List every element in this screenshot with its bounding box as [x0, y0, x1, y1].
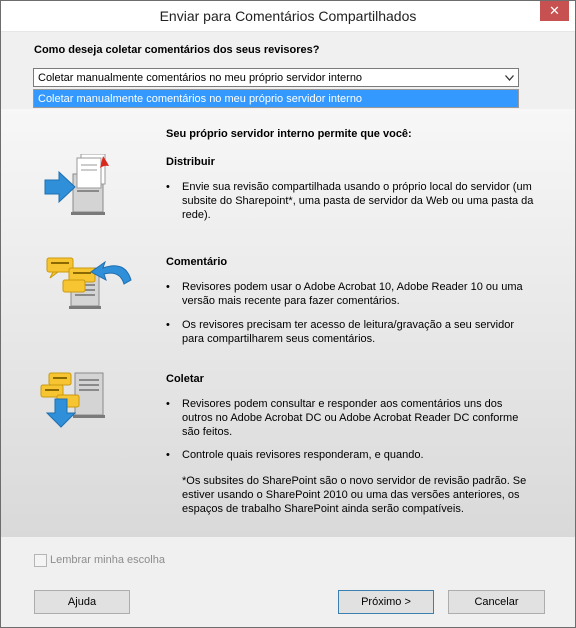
window-title: Enviar para Comentários Compartilhados — [159, 8, 417, 24]
distribute-heading: Distribuir — [166, 156, 215, 168]
collect-heading: Coletar — [166, 373, 204, 385]
collect-server-icon — [39, 367, 111, 432]
distribute-bullet: • Envie sua revisão compartilhada usando… — [166, 180, 536, 222]
next-button[interactable]: Próximo > — [338, 590, 434, 614]
remember-label: Lembrar minha escolha — [50, 554, 165, 566]
bullet-text: Controle quais revisores responderam, e … — [182, 449, 424, 461]
close-button[interactable]: ✕ — [540, 1, 569, 21]
help-button[interactable]: Ajuda — [34, 590, 130, 614]
bullet-marker: • — [166, 449, 170, 461]
title-bar[interactable]: Enviar para Comentários Compartilhados ✕ — [1, 1, 575, 32]
collect-bullet: • Controle quais revisores responderam, … — [166, 448, 536, 462]
sharepoint-footnote: *Os subsites do SharePoint são o novo se… — [182, 475, 527, 515]
bullet-text: Envie sua revisão compartilhada usando o… — [182, 181, 534, 221]
comment-heading: Comentário — [166, 256, 228, 268]
bullet-text: Revisores podem consultar e responder ao… — [182, 398, 519, 438]
collection-method-value: Coletar manualmente comentários no meu p… — [38, 72, 363, 84]
bullet-marker: • — [166, 319, 170, 331]
cancel-button[interactable]: Cancelar — [448, 590, 545, 614]
bullet-text: Revisores podem usar o Adobe Acrobat 10,… — [182, 281, 523, 307]
comment-server-icon — [45, 254, 135, 313]
chevron-down-icon[interactable] — [501, 69, 518, 86]
bullet-marker: • — [166, 181, 170, 193]
dialog-window: Enviar para Comentários Compartilhados ✕… — [0, 0, 576, 628]
bullet-marker: • — [166, 398, 170, 410]
bullet-text: Os revisores precisam ter acesso de leit… — [182, 319, 514, 345]
collection-method-option-label: Coletar manualmente comentários no meu p… — [38, 93, 363, 105]
remember-checkbox[interactable] — [34, 554, 47, 567]
bullet-marker: • — [166, 281, 170, 293]
collection-question: Como deseja coletar comentários dos seus… — [34, 44, 320, 56]
comment-bullet: • Revisores podem usar o Adobe Acrobat 1… — [166, 280, 536, 308]
close-icon: ✕ — [549, 3, 560, 18]
comment-bullet: • Os revisores precisam ter acesso de le… — [166, 318, 536, 346]
intro-heading: Seu próprio servidor interno permite que… — [166, 128, 412, 140]
distribute-server-icon — [43, 153, 115, 219]
collection-method-option[interactable]: Coletar manualmente comentários no meu p… — [33, 89, 519, 108]
collect-bullet: • Revisores podem consultar e responder … — [166, 397, 536, 439]
collection-method-select[interactable]: Coletar manualmente comentários no meu p… — [33, 68, 519, 87]
